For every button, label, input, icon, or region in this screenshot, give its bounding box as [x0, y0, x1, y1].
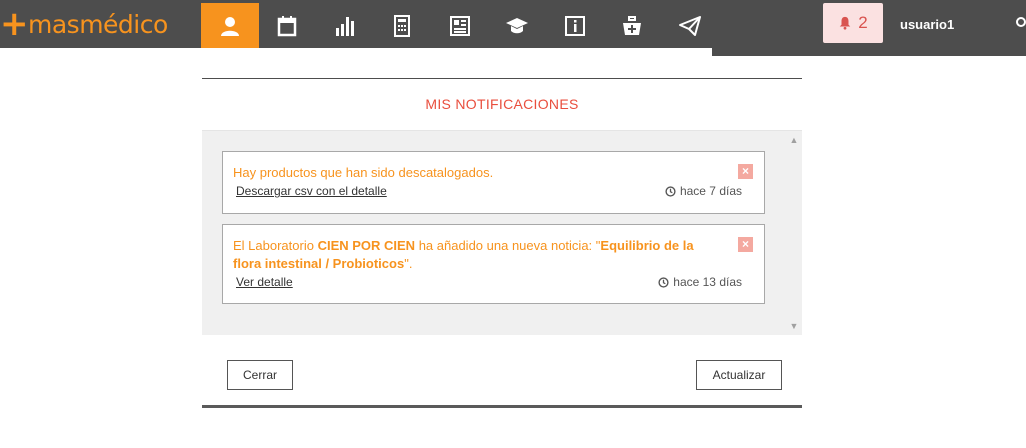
lab-name: CIEN POR CIEN [317, 238, 416, 253]
notifications-list[interactable]: Hay productos que han sido descatalogado… [202, 131, 802, 335]
top-navbar: + mas médico 2 usuario1 [0, 0, 1026, 48]
message-middle: ha añadido una nueva noticia: " [415, 238, 601, 253]
close-icon[interactable]: × [738, 237, 753, 252]
chevron-down-icon[interactable]: ▼ [789, 321, 799, 331]
close-button[interactable]: Cerrar [227, 360, 293, 390]
nav-item-stats[interactable] [316, 3, 374, 48]
nav-item-pharmacy[interactable] [604, 3, 662, 48]
modal-title: MIS NOTIFICACIONES [425, 96, 579, 112]
nav-item-news[interactable] [431, 3, 489, 48]
calculator-icon [394, 14, 411, 37]
notification-card: El Laboratorio CIEN POR CIEN ha añadido … [222, 224, 765, 304]
notification-time: hace 7 días [665, 184, 742, 198]
chevron-up-icon[interactable]: ▲ [789, 135, 799, 145]
notification-card: Hay productos que han sido descatalogado… [222, 151, 765, 214]
main-nav [201, 3, 719, 48]
logo-mas: mas [28, 9, 80, 39]
scrollbar[interactable]: ▲ ▼ [786, 131, 802, 335]
nav-item-training[interactable] [489, 3, 547, 48]
notification-time: hace 13 días [658, 275, 742, 289]
user-icon [220, 16, 239, 36]
notifications-count: 2 [858, 13, 868, 32]
notification-time-text: hace 13 días [673, 275, 742, 289]
notification-time-text: hace 7 días [679, 184, 742, 198]
notification-message: El Laboratorio CIEN POR CIEN ha añadido … [233, 237, 723, 273]
username[interactable]: usuario1 [900, 17, 954, 32]
modal-bottom-border [202, 405, 802, 408]
bell-icon [840, 16, 851, 30]
info-icon [564, 15, 585, 36]
nav-item-send[interactable] [661, 3, 719, 48]
nav-item-profile[interactable] [201, 3, 259, 48]
nav-item-calculator[interactable] [374, 3, 432, 48]
notifications-button[interactable]: 2 [823, 3, 883, 43]
send-icon [678, 15, 701, 36]
close-icon[interactable]: × [738, 164, 753, 179]
download-csv-link[interactable]: Descargar csv con el detalle [236, 184, 387, 198]
message-prefix: El Laboratorio [233, 238, 318, 253]
search-icon[interactable] [1014, 16, 1026, 30]
modal-top-border [202, 78, 802, 79]
newspaper-icon [449, 15, 470, 36]
notification-message: Hay productos que han sido descatalogado… [233, 165, 494, 180]
view-detail-link[interactable]: Ver detalle [236, 275, 293, 289]
calendar-icon [278, 15, 297, 36]
clock-icon [665, 185, 676, 197]
medical-kit-icon [623, 15, 642, 35]
nav-item-info[interactable] [546, 3, 604, 48]
clock-icon [658, 276, 669, 288]
graduation-cap-icon [506, 17, 529, 33]
refresh-button[interactable]: Actualizar [696, 360, 782, 390]
navbar-extension [712, 48, 1026, 56]
logo-medico: médico [79, 9, 168, 39]
message-suffix: ". [404, 256, 413, 271]
bar-chart-icon [335, 16, 354, 36]
logo-plus: + [0, 4, 29, 44]
logo[interactable]: + mas médico [0, 0, 168, 48]
nav-item-calendar[interactable] [259, 3, 317, 48]
